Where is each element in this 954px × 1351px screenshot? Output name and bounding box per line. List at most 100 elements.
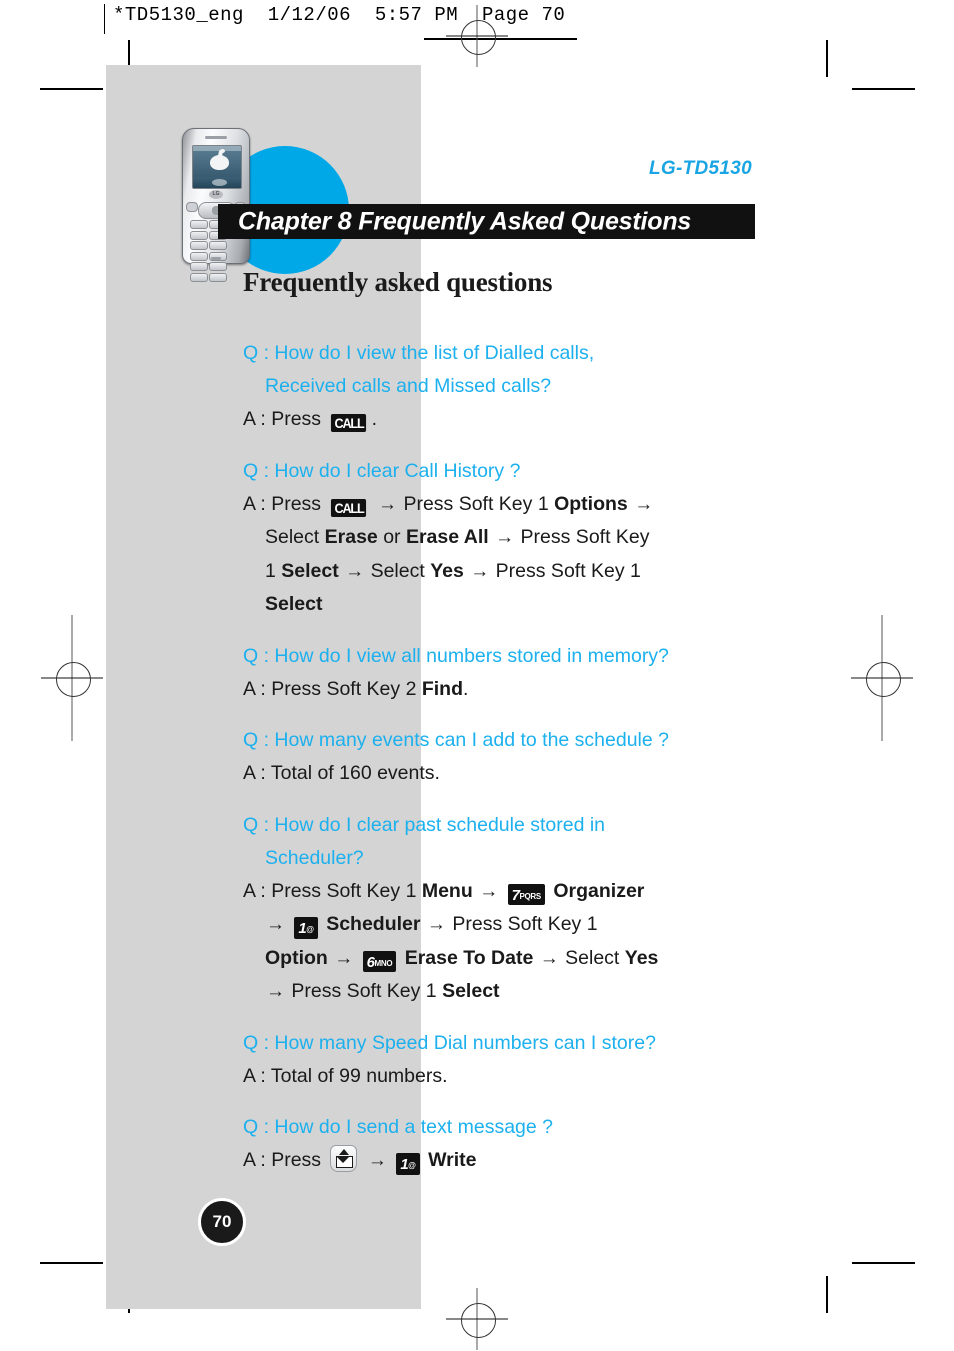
key-letters: @ <box>408 1161 416 1170</box>
faq-answer: A : Press Soft Key 2 Find. <box>243 673 763 707</box>
arrow-icon: → <box>426 914 446 935</box>
faq-a-text: Total of 99 numbers. <box>270 1064 448 1087</box>
faq-a-cont: → 1@ Scheduler → Press Soft Key 1 <box>243 908 763 942</box>
product-model-label: LG-TD5130 <box>648 158 752 179</box>
faq-q-label: Q : <box>243 729 275 751</box>
arrow-icon: → <box>378 493 398 515</box>
key-letters: PQRS <box>519 891 541 901</box>
faq-a-bold: Erase To Date <box>404 946 534 969</box>
faq-item: Q : How do I view the list of Dialled ca… <box>243 337 763 437</box>
faq-q-line: How do I view the list of Dialled calls, <box>274 342 595 364</box>
faq-q-line: How do I clear past schedule stored in <box>274 813 606 836</box>
faq-a-label: A : <box>243 492 272 515</box>
faq-a-bold: Select <box>442 980 500 1002</box>
faq-a-text: Press <box>271 408 322 430</box>
arrow-icon: → <box>634 493 654 515</box>
faq-question: Q : How many events can I add to the sch… <box>243 724 763 757</box>
faq-answer: A : Press CALL. <box>243 403 763 437</box>
page-content: LG LG-TD5130 Chapter 8 Frequently Asked … <box>0 0 954 1351</box>
faq-q-label: Q : <box>243 1116 275 1138</box>
faq-a-cont: 1 Select → Select Yes → Press Soft Key 1 <box>243 555 763 589</box>
faq-a-label: A : <box>243 1149 272 1171</box>
page-number-badge: 70 <box>198 1198 246 1246</box>
faq-q-label: Q : <box>243 644 275 667</box>
faq-a-bold: Erase All <box>405 526 489 548</box>
key-letters: @ <box>306 925 314 934</box>
faq-a-label: A : <box>243 408 272 430</box>
faq-a-label: A : <box>243 879 272 902</box>
faq-q-line: How many events can I add to the schedul… <box>274 729 669 751</box>
faq-a-bold: Organizer <box>553 879 645 902</box>
lg-logo: LG <box>209 190 223 199</box>
faq-a-text: Press Soft Key 2 <box>271 677 417 700</box>
faq-a-text: or <box>383 526 401 548</box>
message-key-icon <box>330 1145 358 1172</box>
faq-a-text: 1 <box>265 559 276 582</box>
faq-question: Q : How do I clear past schedule stored … <box>243 809 763 875</box>
faq-answer: A : Press → 1@ Write <box>243 1144 763 1178</box>
faq-question: Q : How do I send a text message ? <box>243 1111 763 1144</box>
faq-a-bold: Erase <box>324 526 378 548</box>
faq-a-bold: Option <box>265 946 328 969</box>
arrow-icon: → <box>470 560 490 582</box>
faq-a-bold: Yes <box>430 559 464 582</box>
arrow-icon: → <box>479 880 499 902</box>
faq-a-text: Press Soft Key 1 <box>403 492 549 515</box>
key-digit: 6 <box>366 953 375 971</box>
faq-a-text: Press Soft Key 1 <box>495 559 641 582</box>
chapter-banner-label: Chapter 8 Frequently Asked Questions <box>238 207 692 235</box>
call-key-icon: CALL <box>331 498 367 517</box>
faq-item: Q : How do I clear Call History ? A : Pr… <box>243 455 763 622</box>
faq-a-text: Press Soft Key 1 <box>271 879 417 902</box>
faq-a-label: A : <box>243 677 272 700</box>
faq-a-cont: Select Erase or Erase All → Press Soft K… <box>243 521 763 555</box>
faq-q-line: How many Speed Dial numbers can I store? <box>274 1031 656 1054</box>
faq-item: Q : How do I send a text message ? A : P… <box>243 1111 763 1178</box>
faq-answer: A : Total of 160 events. <box>243 757 763 791</box>
faq-a-label: A : <box>243 762 271 784</box>
faq-a-cont: → Press Soft Key 1 Select <box>243 975 763 1009</box>
faq-q-line: How do I view all numbers stored in memo… <box>274 644 669 667</box>
faq-a-text: Select <box>565 946 620 969</box>
faq-a-text: Press Soft Key 1 <box>291 980 437 1002</box>
faq-a-cont: Select <box>243 588 763 622</box>
faq-q-label: Q : <box>243 342 275 364</box>
key-digit: 1 <box>400 1156 409 1173</box>
faq-a-text: Select <box>265 526 320 548</box>
faq-item: Q : How do I clear past schedule stored … <box>243 809 763 1009</box>
arrow-icon: → <box>266 981 285 1002</box>
chapter-hero-graphic: LG <box>176 126 776 282</box>
faq-a-bold: Write <box>428 1149 477 1171</box>
faq-a-bold: Yes <box>624 946 659 969</box>
faq-question: Q : How do I view the list of Dialled ca… <box>243 337 763 403</box>
faq-a-bold: Find <box>421 677 463 700</box>
faq-a-bold: Options <box>554 492 628 515</box>
faq-q-line: Received calls and Missed calls? <box>265 375 552 397</box>
faq-q-label: Q : <box>243 459 275 482</box>
faq-a-text: Press <box>271 492 322 515</box>
faq-a-text: . <box>371 408 378 430</box>
faq-q-line: Scheduler? <box>265 846 364 869</box>
faq-a-bold: Select <box>281 559 339 582</box>
faq-a-bold: Select <box>265 593 323 615</box>
faq-a-text: Press Soft Key 1 <box>452 913 598 935</box>
key-7-pqrs-icon: 7PQRS <box>507 883 545 905</box>
faq-answer: A : Total of 99 numbers. <box>243 1060 763 1094</box>
arrow-icon: → <box>539 947 559 969</box>
faq-answer: A : Press Soft Key 1 Menu → 7PQRS Organi… <box>243 875 763 1009</box>
key-letters: MNO <box>374 958 393 968</box>
faq-a-bold: Menu <box>421 879 473 902</box>
faq-question: Q : How do I view all numbers stored in … <box>243 640 763 673</box>
mobile-phone-illustration: LG <box>182 128 250 282</box>
faq-question: Q : How do I clear Call History ? <box>243 455 763 488</box>
phone-screen <box>192 145 242 189</box>
key-1-at-icon: 1@ <box>294 917 318 939</box>
call-key-icon: CALL <box>331 414 367 432</box>
arrow-icon: → <box>367 1150 387 1171</box>
chapter-banner: Chapter 8 Frequently Asked Questions <box>218 204 755 239</box>
faq-q-label: Q : <box>243 1031 275 1054</box>
arrow-icon: → <box>345 560 365 582</box>
key-1-at-icon: 1@ <box>396 1153 420 1175</box>
faq-a-text: Press Soft Key <box>520 526 650 548</box>
faq-answer: A : Press CALL → Press Soft Key 1 Option… <box>243 488 763 622</box>
